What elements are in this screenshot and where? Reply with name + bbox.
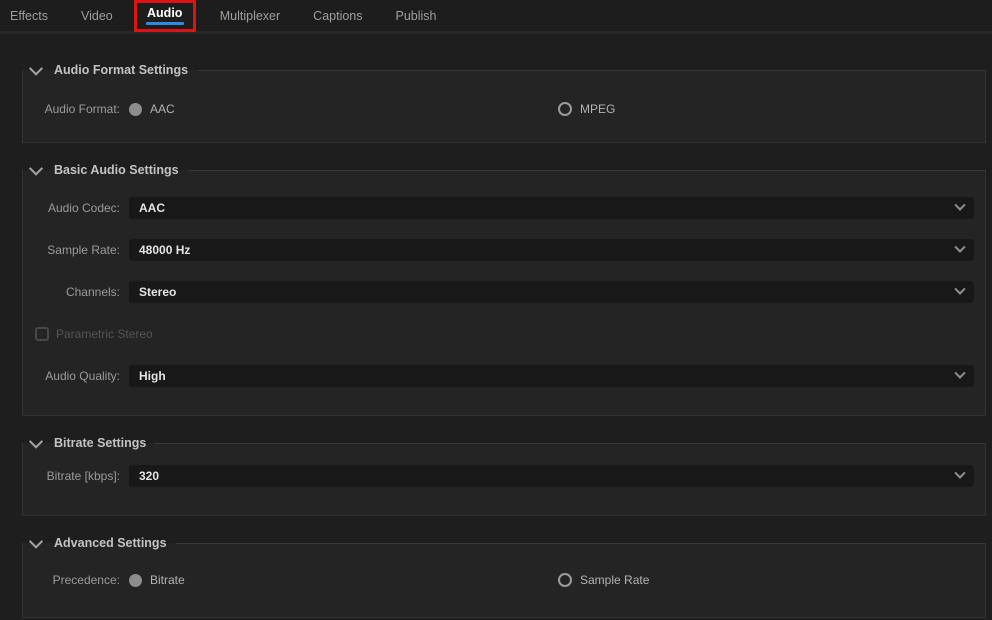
bitrate-label: Bitrate [kbps]: bbox=[46, 469, 120, 483]
tab-multiplexer[interactable]: Multiplexer bbox=[220, 9, 280, 23]
export-settings-tab-bar: Effects Video Audio Multiplexer Captions… bbox=[0, 0, 992, 34]
dropdown-value: 48000 Hz bbox=[139, 243, 191, 257]
tab-captions[interactable]: Captions bbox=[313, 9, 362, 23]
channels-dropdown[interactable]: Stereo bbox=[129, 281, 974, 303]
annotation-red-box: Audio bbox=[133, 0, 196, 32]
radio-unselected-icon bbox=[558, 573, 572, 587]
section-advanced-settings: Advanced Settings Precedence: Bitrate Sa… bbox=[22, 534, 986, 618]
section-title: Basic Audio Settings bbox=[54, 163, 179, 177]
section-header-advanced-settings[interactable]: Advanced Settings bbox=[23, 533, 985, 553]
section-divider bbox=[187, 169, 985, 171]
precedence-label: Precedence: bbox=[52, 573, 120, 587]
radio-selected-icon bbox=[129, 573, 142, 587]
tab-effects[interactable]: Effects bbox=[10, 9, 48, 23]
audio-format-row: Audio Format: AAC MPEG bbox=[23, 98, 974, 120]
radio-unselected-icon bbox=[558, 102, 572, 116]
radio-option-bitrate[interactable]: Bitrate bbox=[129, 573, 558, 587]
section-divider bbox=[175, 542, 985, 544]
section-bitrate-settings: Bitrate Settings Bitrate [kbps]: 320 bbox=[22, 434, 986, 516]
audio-quality-dropdown[interactable]: High bbox=[129, 365, 974, 387]
section-title: Advanced Settings bbox=[54, 536, 167, 550]
active-tab-underline bbox=[145, 21, 184, 25]
chevron-down-icon bbox=[28, 61, 44, 76]
radio-option-aac[interactable]: AAC bbox=[129, 102, 558, 116]
radio-option-sample-rate[interactable]: Sample Rate bbox=[558, 573, 649, 587]
channels-row: Channels: Stereo bbox=[23, 281, 974, 303]
section-title: Audio Format Settings bbox=[54, 63, 189, 77]
radio-option-label: MPEG bbox=[580, 102, 616, 116]
sample-rate-row: Sample Rate: 48000 Hz bbox=[23, 239, 974, 261]
audio-codec-dropdown[interactable]: AAC bbox=[129, 197, 974, 219]
section-basic-audio-settings: Basic Audio Settings Audio Codec: AAC Sa… bbox=[22, 161, 986, 416]
chevron-down-icon bbox=[954, 367, 966, 379]
parametric-stereo-checkbox[interactable] bbox=[35, 327, 49, 341]
tab-audio[interactable]: Audio bbox=[147, 6, 182, 20]
section-divider bbox=[197, 69, 985, 71]
chevron-down-icon bbox=[954, 467, 966, 479]
radio-option-label: Sample Rate bbox=[580, 573, 650, 587]
radio-option-label: Bitrate bbox=[150, 573, 185, 587]
section-header-basic-audio-settings[interactable]: Basic Audio Settings bbox=[23, 160, 985, 180]
audio-settings-panel: Audio Format Settings Audio Format: AAC … bbox=[0, 34, 992, 618]
section-header-audio-format-settings[interactable]: Audio Format Settings bbox=[23, 60, 985, 80]
audio-quality-label: Audio Quality: bbox=[45, 369, 120, 383]
chevron-down-icon bbox=[954, 199, 966, 211]
section-header-bitrate-settings[interactable]: Bitrate Settings bbox=[23, 433, 985, 453]
sample-rate-label: Sample Rate: bbox=[47, 243, 120, 257]
parametric-stereo-row: Parametric Stereo bbox=[23, 323, 974, 345]
precedence-row: Precedence: Bitrate Sample Rate bbox=[23, 569, 974, 591]
radio-option-label: AAC bbox=[150, 102, 175, 116]
chevron-down-icon bbox=[28, 534, 44, 549]
tab-publish[interactable]: Publish bbox=[396, 9, 437, 23]
audio-codec-row: Audio Codec: AAC bbox=[23, 197, 974, 219]
bitrate-row: Bitrate [kbps]: 320 bbox=[23, 465, 974, 487]
section-audio-format-settings: Audio Format Settings Audio Format: AAC … bbox=[22, 61, 986, 143]
sample-rate-dropdown[interactable]: 48000 Hz bbox=[129, 239, 974, 261]
chevron-down-icon bbox=[954, 283, 966, 295]
dropdown-value: 320 bbox=[139, 469, 160, 483]
audio-quality-row: Audio Quality: High bbox=[23, 365, 974, 387]
dropdown-value: Stereo bbox=[139, 285, 177, 299]
channels-label: Channels: bbox=[65, 285, 120, 299]
tab-video[interactable]: Video bbox=[81, 9, 113, 23]
radio-selected-icon bbox=[129, 102, 142, 116]
dropdown-value: AAC bbox=[139, 201, 165, 215]
dropdown-value: High bbox=[139, 369, 166, 383]
audio-format-label: Audio Format: bbox=[44, 102, 120, 116]
chevron-down-icon bbox=[28, 161, 44, 176]
bitrate-dropdown[interactable]: 320 bbox=[129, 465, 974, 487]
audio-codec-label: Audio Codec: bbox=[47, 201, 120, 215]
section-divider bbox=[155, 442, 985, 444]
radio-option-mpeg[interactable]: MPEG bbox=[558, 102, 615, 116]
section-title: Bitrate Settings bbox=[54, 436, 147, 450]
chevron-down-icon bbox=[28, 434, 44, 449]
chevron-down-icon bbox=[954, 241, 966, 253]
parametric-stereo-label: Parametric Stereo bbox=[56, 327, 153, 341]
